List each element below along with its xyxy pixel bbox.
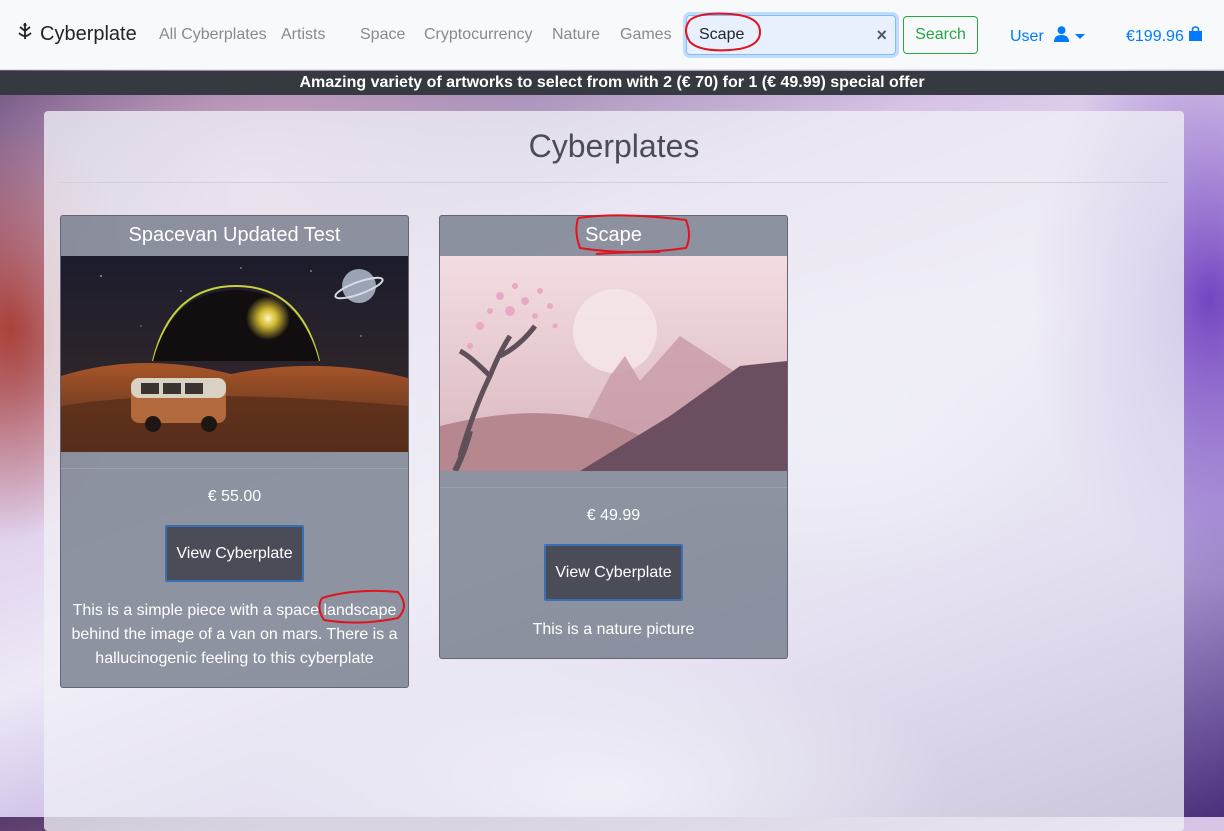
nav-space[interactable]: Space	[360, 26, 405, 44]
user-label: User	[1010, 27, 1044, 45]
card-price: € 55.00	[207, 488, 262, 505]
user-icon	[1053, 26, 1069, 47]
card-description: This is a nature picture	[532, 621, 695, 638]
page-title: Cyberplates	[528, 128, 700, 164]
nav-cryptocurrency[interactable]: Cryptocurrency	[424, 26, 532, 44]
user-dropdown[interactable]: User	[1010, 26, 1085, 47]
cart-total: €199.96	[1126, 27, 1184, 45]
brand-logo-icon	[16, 22, 34, 46]
navbar: Cyberplate All Cyberplates Artists Space…	[0, 0, 1224, 70]
promo-banner: Amazing variety of artworks to select fr…	[0, 71, 1224, 95]
card-price: € 49.99	[586, 507, 641, 524]
brand-link[interactable]: Cyberplate	[16, 22, 137, 46]
clear-icon[interactable]: ×	[876, 25, 887, 46]
brand-name: Cyberplate	[40, 22, 137, 45]
card-title: Spacevan Updated Test	[128, 224, 341, 246]
nav-artists[interactable]: Artists	[281, 26, 325, 44]
chevron-down-icon	[1074, 34, 1085, 39]
product-card: Spacevan Updated Test € 55.00 View Cyber…	[60, 215, 409, 688]
card-divider	[61, 468, 408, 469]
view-cyberplate-button[interactable]: View Cyberplate	[165, 525, 304, 582]
title-divider	[60, 182, 1168, 183]
search-button[interactable]: Search	[903, 16, 978, 54]
nav-all-cyberplates[interactable]: All Cyberplates	[159, 26, 267, 44]
search-field: ×	[686, 15, 896, 55]
card-image-spacevan[interactable]	[61, 256, 408, 452]
page: { "navbar": { "brand": "Cyberplate", "li…	[0, 0, 1224, 831]
shopping-bag-icon	[1188, 26, 1203, 47]
search-input[interactable]	[687, 16, 857, 54]
card-title: Scape	[585, 224, 642, 246]
view-cyberplate-button[interactable]: View Cyberplate	[544, 544, 683, 601]
card-image-scape[interactable]	[440, 256, 787, 471]
main-panel: Cyberplates Spacevan Updated Test € 55.0…	[44, 111, 1184, 831]
nav-nature[interactable]: Nature	[552, 26, 600, 44]
card-description: This is a simple piece with a space land…	[71, 602, 398, 667]
product-card: Scape € 49.99 View Cyberplate This is a …	[439, 215, 788, 659]
cart-link[interactable]: €199.96	[1126, 26, 1203, 47]
nav-games[interactable]: Games	[620, 26, 672, 44]
card-divider	[440, 487, 787, 488]
